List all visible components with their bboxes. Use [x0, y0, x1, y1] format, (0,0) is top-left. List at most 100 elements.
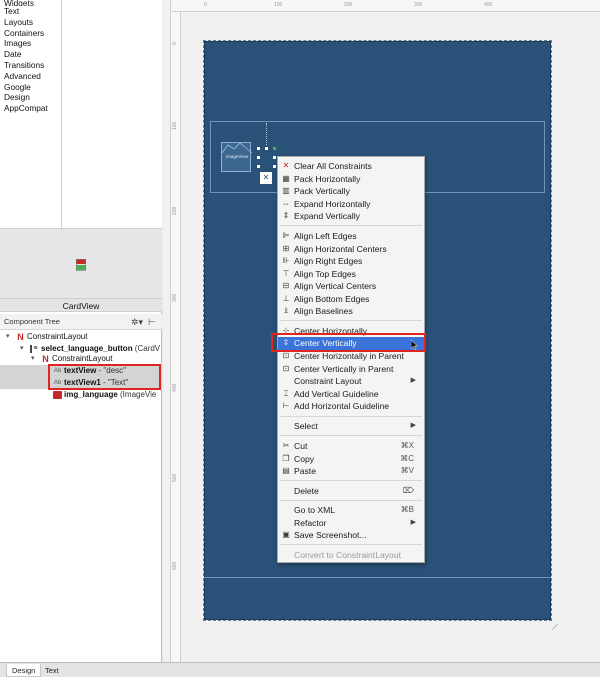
center-horizontal-icon: ⊹: [282, 326, 290, 335]
menu-item-constraint-layout[interactable]: Constraint Layout ▶: [278, 375, 424, 388]
ruler-tick: 200: [344, 2, 353, 8]
menu-item-add-horizontal-guideline[interactable]: ⊢ Add Horizontal Guideline: [278, 400, 424, 413]
menu-item-add-vertical-guideline[interactable]: ⌶ Add Vertical Guideline: [278, 388, 424, 401]
menu-item-pack-horizontally[interactable]: ▦ Pack Horizontally: [278, 173, 424, 186]
ruler-left: 0 100 200 300 400 500 600: [171, 12, 181, 662]
ruler-tick: 100: [274, 2, 283, 8]
constraint-anchor[interactable]: [256, 164, 261, 169]
guide-line: [204, 577, 551, 578]
resize-handle-icon[interactable]: ⟋: [552, 622, 564, 634]
paste-icon: ▤: [282, 466, 290, 475]
menu-item-align-top-edges[interactable]: ⊤ Align Top Edges: [278, 268, 424, 281]
tree-row[interactable]: ▾ N ConstraintLayout: [0, 331, 162, 343]
menu-item-align-right-edges[interactable]: ⊪ Align Right Edges: [278, 255, 424, 268]
menu-item-label: Center Vertically: [294, 338, 357, 348]
tree-row[interactable]: Ab textView1 - "Text": [0, 377, 162, 389]
menu-item-delete[interactable]: Delete ⌦: [278, 485, 424, 498]
align-top-icon: ⊤: [282, 268, 290, 278]
imageview-shape-icon: [222, 143, 252, 153]
tab-design[interactable]: Design: [6, 664, 42, 677]
menu-item-label: Refactor: [294, 517, 327, 528]
expand-arrow-icon[interactable]: ▾: [31, 353, 35, 365]
palette-category-images[interactable]: Images: [0, 38, 61, 49]
menu-shortcut: ⌘V: [400, 466, 414, 475]
gear-icon[interactable]: ✲▾: [131, 314, 143, 330]
palette-category-list: Widgets Text Layouts Containers Images D…: [0, 0, 62, 228]
constraint-anchor[interactable]: [256, 146, 261, 151]
menu-item-label: Align Horizontal Centers: [294, 243, 387, 254]
menu-item-label: Constraint Layout: [294, 376, 362, 386]
expand-arrow-icon[interactable]: ▾: [6, 331, 10, 343]
constraint-anchor[interactable]: [272, 146, 277, 151]
palette-category-advanced[interactable]: Advanced: [0, 71, 61, 82]
menu-item-refactor[interactable]: Refactor ▶: [278, 517, 424, 530]
component-preview: [0, 228, 162, 298]
menu-item-copy[interactable]: ❐ Copy ⌘C: [278, 453, 424, 466]
menu-item-center-horizontally-in-parent[interactable]: ⊡ Center Horizontally in Parent: [278, 350, 424, 363]
palette-category-google[interactable]: Google: [0, 82, 61, 93]
align-hcenter-icon: ⊞: [282, 243, 290, 253]
palette-category-design[interactable]: Design: [0, 92, 61, 103]
clear-constraints-button[interactable]: ✕: [259, 171, 273, 185]
center-h-parent-icon: ⊡: [282, 351, 290, 360]
tab-text[interactable]: Text: [40, 664, 64, 677]
menu-item-align-horizontal-centers[interactable]: ⊞ Align Horizontal Centers: [278, 243, 424, 256]
palette-category-appcompat[interactable]: AppCompat: [0, 103, 61, 114]
tree-row-label: textView - "desc": [64, 366, 126, 375]
constraint-anchor[interactable]: [264, 146, 269, 151]
menu-item-align-baselines[interactable]: ⫫ Align Baselines: [278, 305, 424, 318]
menu-item-pack-vertically[interactable]: ▥ Pack Vertically: [278, 185, 424, 198]
ruler-tick: 200: [172, 206, 178, 215]
menu-item-label: Align Top Edges: [294, 268, 356, 279]
menu-item-align-left-edges[interactable]: ⊫ Align Left Edges: [278, 230, 424, 243]
tree-row[interactable]: img_language (ImageVie: [0, 389, 162, 401]
vertical-guideline-icon: ⌶: [283, 388, 289, 398]
tree-row[interactable]: ▾ N ConstraintLayout: [0, 353, 162, 365]
menu-item-center-vertically-in-parent[interactable]: ⊡ Center Vertically in Parent: [278, 363, 424, 376]
menu-separator: [280, 500, 422, 501]
palette-category-transitions[interactable]: Transitions: [0, 60, 61, 71]
menu-item-label: Align Baselines: [294, 306, 353, 316]
pack-horizontal-icon: ▦: [282, 173, 290, 183]
menu-separator: [280, 225, 422, 226]
expand-horizontal-icon: ⇔: [282, 198, 290, 208]
menu-item-cut[interactable]: ✂ Cut ⌘X: [278, 440, 424, 453]
menu-item-select[interactable]: Select ▶: [278, 420, 424, 433]
palette-category-layouts[interactable]: Layouts: [0, 17, 61, 28]
menu-separator: [280, 480, 422, 481]
menu-item-expand-horizontally[interactable]: ⇔ Expand Horizontally: [278, 198, 424, 211]
tree-row[interactable]: Ab textView - "desc": [0, 365, 162, 377]
align-right-icon: ⊪: [282, 256, 290, 265]
menu-item-align-bottom-edges[interactable]: ⊥ Align Bottom Edges: [278, 293, 424, 306]
ruler-tick: 400: [484, 2, 493, 8]
menu-item-label: Convert to ConstraintLayout: [294, 550, 402, 560]
menu-separator: [280, 416, 422, 417]
menu-item-align-vertical-centers[interactable]: ⊟ Align Vertical Centers: [278, 280, 424, 293]
constraint-anchor[interactable]: [256, 155, 261, 160]
submenu-arrow-icon: ▶: [410, 377, 416, 384]
menu-item-save-screenshot[interactable]: ▣ Save Screenshot...: [278, 529, 424, 542]
menu-item-label: Align Bottom Edges: [294, 293, 370, 304]
menu-item-paste[interactable]: ▤ Paste ⌘V: [278, 465, 424, 478]
menu-item-center-vertically[interactable]: ⇳ Center Vertically: [278, 337, 424, 350]
palette-category-date[interactable]: Date: [0, 49, 61, 60]
menu-item-clear-all-constraints[interactable]: ✕ Clear All Constraints: [278, 160, 424, 173]
ruler-tick: 0: [172, 42, 178, 45]
menu-item-center-horizontally[interactable]: ⊹ Center Horizontally: [278, 325, 424, 338]
collapse-icon[interactable]: ⊢: [148, 314, 156, 330]
menu-separator: [280, 320, 422, 321]
menu-item-expand-vertically[interactable]: ⇕ Expand Vertically: [278, 210, 424, 223]
ruler-tick: 300: [414, 2, 423, 8]
menu-item-go-to-xml[interactable]: Go to XML ⌘B: [278, 504, 424, 517]
menu-item-label: Cut: [294, 441, 308, 451]
tree-row-label: textView1 - "Text": [64, 378, 129, 387]
clear-constraints-icon: ✕: [282, 161, 290, 170]
palette-category-text[interactable]: Text: [0, 6, 61, 17]
imageview-blueprint[interactable]: ImageView: [221, 142, 252, 172]
submenu-arrow-icon: ▶: [410, 422, 416, 429]
menu-item-label: Expand Horizontally: [294, 198, 371, 209]
menu-shortcut: ⌘B: [400, 505, 414, 514]
copy-icon: ❐: [282, 453, 290, 463]
menu-item-label: Add Vertical Guideline: [294, 388, 379, 399]
palette-category-containers[interactable]: Containers: [0, 28, 61, 39]
